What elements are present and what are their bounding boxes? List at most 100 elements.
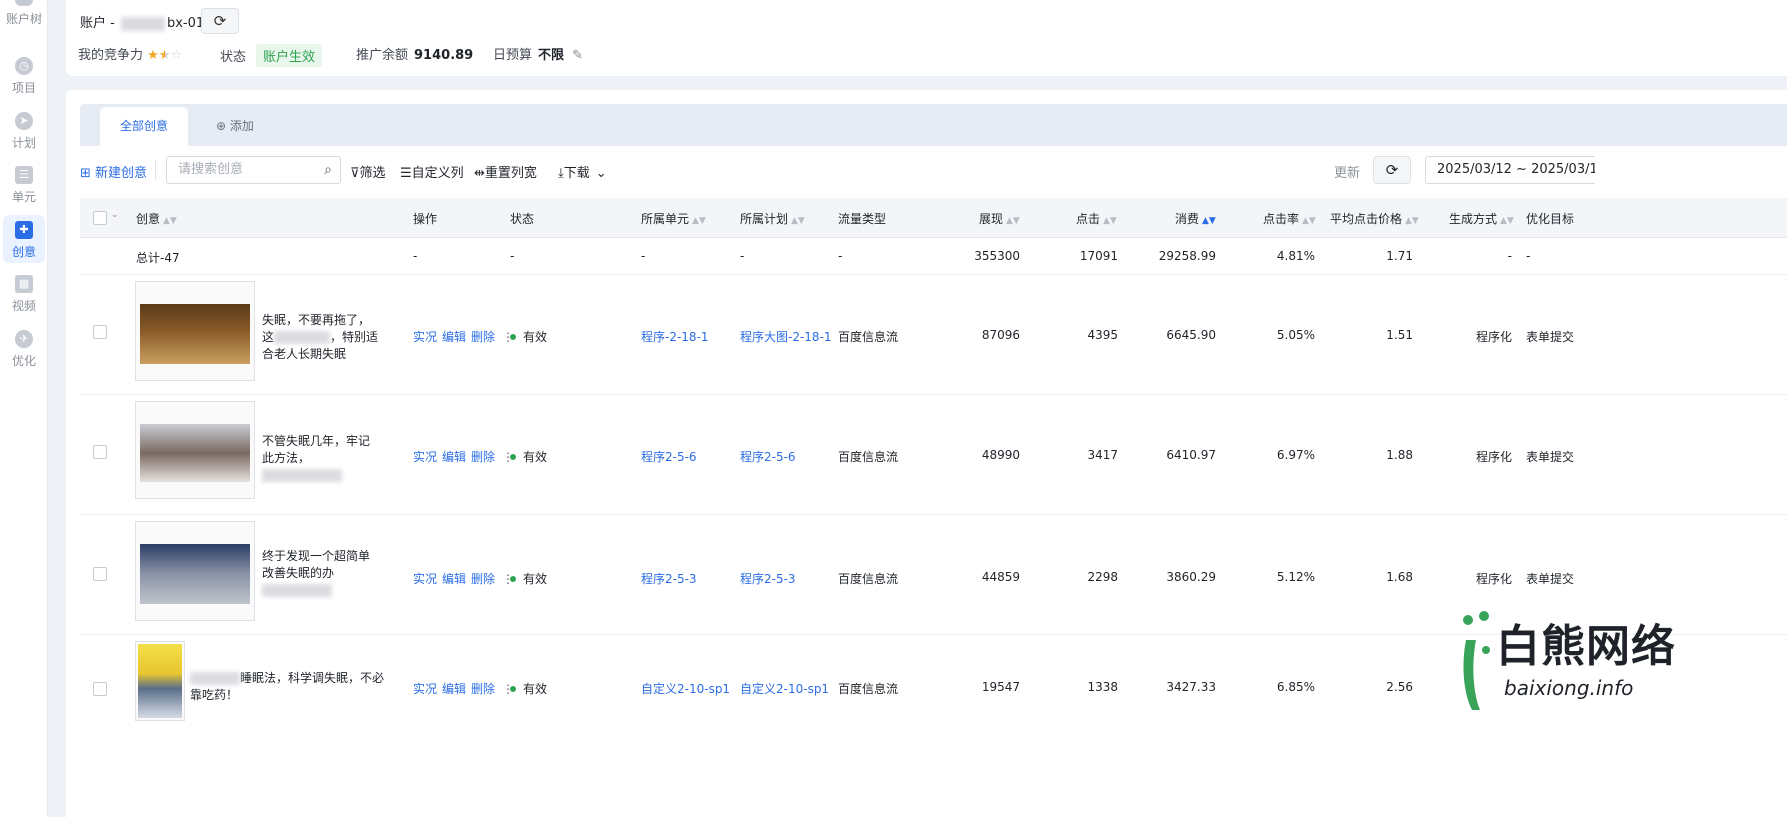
select-all-checkbox[interactable] [93, 211, 107, 225]
chevron-down-icon[interactable]: ⌄ [111, 210, 119, 220]
sidebar-item-creative[interactable]: ✚ 创意 [3, 215, 45, 263]
creative-text: 失眠，不要再拖了，这 ，特别适合老人长期失眠 [262, 313, 379, 361]
detail-link[interactable]: 实况 [413, 450, 437, 464]
sort-icon: ▲▼ [1006, 216, 1020, 226]
status-dot-icon [510, 575, 516, 582]
status-cell: 有效 [510, 680, 547, 697]
chevron-down-icon: ⌄ [595, 166, 607, 181]
sidebar-item-label: 项目 [11, 81, 36, 95]
redacted-text [120, 16, 165, 31]
update-refresh-button[interactable]: ⟳ [1373, 156, 1411, 184]
redacted-text [262, 584, 332, 597]
unit-link[interactable]: 程序2-5-6 [641, 448, 697, 465]
creative-thumbnail[interactable] [135, 641, 185, 721]
column-header-plan[interactable]: 所属计划 ▲▼ [740, 210, 805, 227]
column-header-clicks[interactable]: 点击 ▲▼ [1076, 210, 1117, 227]
sidebar-item-label: 优化 [11, 354, 36, 368]
column-header-cost[interactable]: 消费 ▲▼ [1175, 210, 1216, 227]
row-checkbox[interactable] [93, 682, 107, 696]
edit-link[interactable]: 编辑 [442, 330, 466, 344]
plan-link[interactable]: 程序大图-2-18-1 [740, 328, 832, 345]
column-header-impressions[interactable]: 展现 ▲▼ [979, 210, 1020, 227]
sidebar-item-unit[interactable]: ☰ 单元 [0, 166, 48, 205]
sidebar-item-optimize[interactable]: ✈ 优化 [0, 330, 48, 369]
delete-link[interactable]: 删除 [471, 330, 495, 344]
table-row: 失眠，不要再拖了，这 ，特别适合老人长期失眠 实况 编辑 删除 ⋮ 有效 程序-2-18… [80, 275, 1787, 395]
column-header-cpc[interactable]: 平均点击价格 ▲▼ [1330, 210, 1419, 227]
tab-add[interactable]: ⊕ 添加 [216, 107, 254, 146]
tab-bar: 全部创意 ⊕ 添加 [80, 104, 1787, 146]
creative-thumbnail[interactable] [135, 521, 255, 621]
plus-square-icon: ⊞ [80, 166, 96, 181]
sort-icon: ▲▼ [1405, 216, 1419, 226]
plan-link[interactable]: 程序2-5-3 [740, 570, 796, 587]
status-cell: 有效 [510, 328, 547, 345]
sidebar-item-plan[interactable]: ➤ 计划 [0, 112, 48, 151]
edit-link[interactable]: 编辑 [442, 572, 466, 586]
sort-icon: ▲▼ [1302, 216, 1316, 226]
custom-columns-button[interactable]: ☰自定义列 [400, 162, 464, 181]
status-dot-icon [510, 453, 516, 460]
download-button[interactable]: ⤓下载 ⌄ [558, 162, 607, 181]
search-input[interactable]: 请搜索创意 ⌕ [166, 156, 341, 184]
account-balance: 推广余额 9140.89 [356, 48, 474, 63]
status-dot-icon [510, 333, 516, 340]
detail-link[interactable]: 实况 [413, 682, 437, 696]
column-header-ctr[interactable]: 点击率 ▲▼ [1263, 210, 1316, 227]
video-icon: ▦ [15, 275, 33, 293]
row-actions: 实况 编辑 删除 ⋮ [413, 680, 519, 697]
sort-icon: ▲▼ [163, 216, 177, 226]
creative-thumbnail[interactable] [135, 281, 255, 381]
creative-text: 终于发现一个超简单改善失眠的办 [262, 548, 380, 599]
filter-icon: ⊽ [350, 166, 360, 181]
sort-icon: ▲▼ [1500, 216, 1514, 226]
status-dot-icon [510, 685, 516, 692]
column-header-creative[interactable]: 创意 ▲▼ [136, 210, 177, 227]
daily-budget: 日预算 不限 ✎ [493, 48, 584, 63]
sidebar-item-video[interactable]: ▦ 视频 [0, 275, 48, 314]
column-header-unit[interactable]: 所属单元 ▲▼ [641, 210, 706, 227]
creative-thumbnail[interactable] [135, 401, 255, 499]
column-header-gen[interactable]: 生成方式 ▲▼ [1449, 210, 1514, 227]
account-card: 账户 - bx-01 ⟳ 我的竞争力 ★★★☆ 状态账户生效 推广余额9140.… [66, 0, 1787, 76]
tree-icon [15, 0, 33, 6]
date-range-picker[interactable]: 2025/03/12 ~ 2025/03/13 [1425, 156, 1595, 184]
edit-link[interactable]: 编辑 [442, 450, 466, 464]
toolbar: ⊞ 新建创意 请搜索创意 ⌕ ⊽筛选 ☰自定义列 ⇹重置列宽 ⤓下载 ⌄ 更新 ⟳… [80, 156, 1787, 186]
unit-link[interactable]: 程序-2-18-1 [641, 328, 709, 345]
reset-column-width-button[interactable]: ⇹重置列宽 [474, 162, 537, 181]
new-creative-button[interactable]: ⊞ 新建创意 [80, 162, 147, 181]
tab-all-creatives[interactable]: 全部创意 [100, 107, 188, 146]
plus-circle-icon: ⊕ [216, 119, 230, 133]
search-icon[interactable]: ⌕ [324, 157, 332, 183]
redacted-text [262, 469, 342, 482]
bear-paw-logo-icon [1463, 611, 1490, 710]
delete-link[interactable]: 删除 [471, 682, 495, 696]
row-checkbox[interactable] [93, 325, 107, 339]
plan-link[interactable]: 程序2-5-6 [740, 448, 796, 465]
sidebar-item-project[interactable]: ◷ 项目 [0, 57, 48, 96]
detail-link[interactable]: 实况 [413, 330, 437, 344]
column-header-traffic: 流量类型 [838, 212, 887, 226]
detail-link[interactable]: 实况 [413, 572, 437, 586]
creative-icon: ✚ [15, 221, 33, 239]
row-checkbox[interactable] [93, 445, 107, 459]
refresh-icon: ⟳ [213, 12, 227, 30]
delete-link[interactable]: 删除 [471, 572, 495, 586]
unit-link[interactable]: 自定义2-10-sp1 [641, 680, 730, 697]
sidebar-item-account-tree[interactable]: 账户树 [0, 0, 48, 27]
edit-link[interactable]: 编辑 [442, 682, 466, 696]
plan-link[interactable]: 自定义2-10-sp1 [740, 680, 829, 697]
sidebar-item-label: 创意 [11, 245, 36, 259]
account-refresh-button[interactable]: ⟳ [201, 8, 239, 34]
project-icon: ◷ [15, 57, 33, 75]
edit-pencil-icon[interactable]: ✎ [572, 48, 583, 63]
unit-link[interactable]: 程序2-5-3 [641, 570, 697, 587]
row-actions: 实况 编辑 删除 ⋮ [413, 570, 519, 587]
delete-link[interactable]: 删除 [471, 450, 495, 464]
column-header-ops: 操作 [413, 212, 438, 226]
unit-icon: ☰ [15, 166, 33, 184]
row-checkbox[interactable] [93, 567, 107, 581]
filter-button[interactable]: ⊽筛选 [350, 162, 386, 181]
row-actions: 实况 编辑 删除 ⋮ [413, 448, 519, 465]
